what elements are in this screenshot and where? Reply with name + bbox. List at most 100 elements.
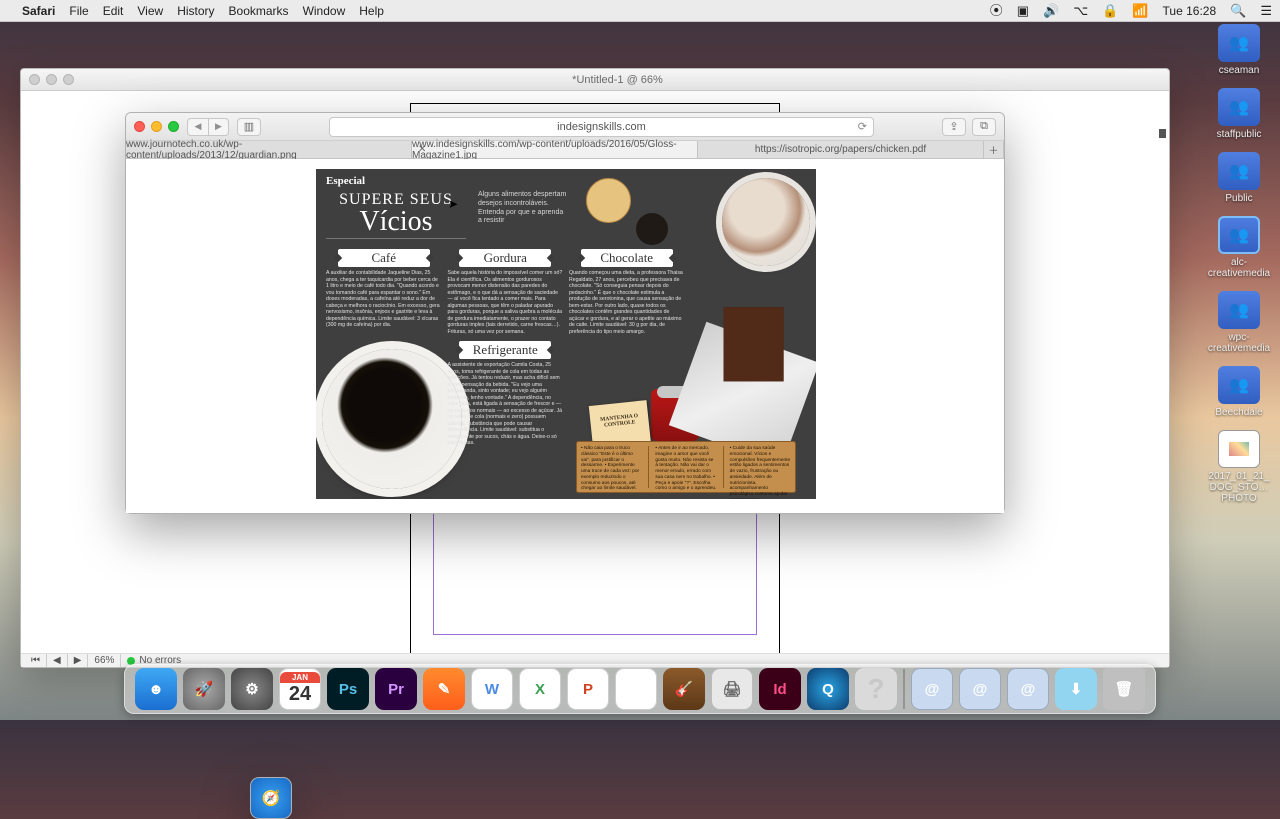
dock: ☻ 🚀 ⚙︎ JAN24 🧭 Ps Pr ✎ W X P 🖼 🎸 🖨 Id Q … bbox=[124, 664, 1156, 714]
menubar-clock[interactable]: Tue 16:28 bbox=[1163, 0, 1217, 22]
menu-window[interactable]: Window bbox=[303, 0, 346, 22]
menu-view[interactable]: View bbox=[137, 0, 163, 22]
new-tab-button[interactable]: ＋ bbox=[984, 141, 1004, 158]
desktop-label: alc-creativemedia bbox=[1205, 257, 1273, 279]
dock-printer[interactable]: 🖨 bbox=[711, 668, 753, 710]
dock-premiere[interactable]: Pr bbox=[375, 668, 417, 710]
close-icon[interactable] bbox=[29, 74, 40, 85]
bluetooth-icon[interactable]: ⌥ bbox=[1073, 0, 1088, 22]
back-button[interactable]: ◀ bbox=[188, 119, 208, 135]
address-bar[interactable]: indesignskills.com ⟳ bbox=[329, 117, 874, 137]
dock-excel[interactable]: X bbox=[519, 668, 561, 710]
dock-safari[interactable]: 🧭 bbox=[250, 777, 292, 819]
desktop-share-staffpublic[interactable]: 👥staffpublic bbox=[1204, 88, 1274, 140]
desktop-label: wpc-creativemedia bbox=[1205, 332, 1273, 354]
dock-webloc-2[interactable]: @ bbox=[959, 668, 1001, 710]
desktop-label: staffpublic bbox=[1217, 129, 1262, 140]
desktop-share-cseaman[interactable]: 👥cseaman bbox=[1204, 24, 1274, 76]
dock-trash[interactable]: 🗑 bbox=[1103, 668, 1145, 710]
desktop-share-public[interactable]: 👥Public bbox=[1204, 152, 1274, 204]
dock-preview[interactable]: 🖼 bbox=[615, 668, 657, 710]
dock-help[interactable]: ? bbox=[855, 668, 897, 710]
headline-line2: Vícios bbox=[326, 209, 466, 239]
dock-photoshop[interactable]: Ps bbox=[327, 668, 369, 710]
forward-button[interactable]: ▶ bbox=[208, 119, 228, 135]
spotlight-icon[interactable]: 🔍 bbox=[1230, 0, 1246, 22]
dock-launchpad[interactable]: 🚀 bbox=[183, 668, 225, 710]
desktop-label: Public bbox=[1225, 193, 1252, 204]
stop-icon[interactable]: ▣ bbox=[1017, 0, 1029, 22]
volume-icon[interactable]: 🔊 bbox=[1043, 0, 1059, 22]
safari-toolbar: ◀ ▶ ▥ indesignskills.com ⟳ ⇪ ⧉ bbox=[126, 113, 1004, 141]
dock-system-prefs[interactable]: ⚙︎ bbox=[231, 668, 273, 710]
prev-page-icon[interactable]: ◀ bbox=[47, 654, 68, 667]
panel-tab[interactable] bbox=[1159, 129, 1166, 138]
app-menu[interactable]: Safari bbox=[22, 0, 55, 22]
screenrecord-icon[interactable]: ⦿ bbox=[990, 0, 1003, 22]
menu-help[interactable]: Help bbox=[359, 0, 384, 22]
desktop-share-alc-creativemedia[interactable]: 👥alc-creativemedia bbox=[1204, 216, 1274, 279]
dock-word[interactable]: W bbox=[471, 668, 513, 710]
col-heading-cafe: Café bbox=[338, 249, 430, 267]
next-page-icon[interactable]: ▶ bbox=[68, 654, 89, 667]
safari-content[interactable]: ➤ Especial SUPERE SEUS Vícios Alguns ali… bbox=[126, 159, 1004, 513]
dock-webloc-1[interactable]: @ bbox=[911, 668, 953, 710]
menu-history[interactable]: History bbox=[177, 0, 214, 22]
sidebar-button[interactable]: ▥ bbox=[237, 118, 261, 136]
tab-guardian[interactable]: www.journotech.co.uk/wp-content/uploads/… bbox=[126, 141, 412, 158]
dock-pages[interactable]: ✎ bbox=[423, 668, 465, 710]
safari-window: ◀ ▶ ▥ indesignskills.com ⟳ ⇪ ⧉ www.journ… bbox=[125, 112, 1005, 514]
tip-cell: • Não caia para o truco clássico "Este é… bbox=[581, 446, 642, 488]
desktop-icons: 👥cseaman 👥staffpublic 👥Public 👥alc-creat… bbox=[1204, 24, 1274, 516]
tip-cell: • Antes de ir ao mercado, imagine o amor… bbox=[648, 446, 716, 488]
tab-close-icon[interactable]: ✕ bbox=[418, 144, 426, 155]
menu-bookmarks[interactable]: Bookmarks bbox=[229, 0, 289, 22]
col-body: Quando começou uma dieta, a professora T… bbox=[569, 270, 685, 335]
zoom-icon[interactable] bbox=[63, 74, 74, 85]
traffic-lights bbox=[29, 74, 74, 85]
tab-chicken-pdf[interactable]: https://isotropic.org/papers/chicken.pdf bbox=[698, 141, 984, 158]
tip-cell: • Cuide da sua saúde emocional. Vícios e… bbox=[723, 446, 791, 488]
zoom-readout[interactable]: 66% bbox=[88, 654, 121, 667]
dock-quicktime[interactable]: Q bbox=[807, 668, 849, 710]
dock-downloads[interactable]: ⬇︎ bbox=[1055, 668, 1097, 710]
share-button[interactable]: ⇪ bbox=[942, 118, 966, 136]
minimize-icon[interactable] bbox=[46, 74, 57, 85]
dock-indesign[interactable]: Id bbox=[759, 668, 801, 710]
dock-separator bbox=[903, 669, 905, 709]
first-page-icon[interactable]: ⏮ bbox=[25, 654, 47, 667]
indesign-doc-title: *Untitled-1 @ 66% bbox=[572, 74, 663, 86]
notification-center-icon[interactable]: ☰ bbox=[1260, 0, 1272, 22]
traffic-lights bbox=[134, 121, 179, 132]
menubar: Safari File Edit View History Bookmarks … bbox=[0, 0, 1280, 22]
desktop-share-beechdale[interactable]: 👥Beechdale bbox=[1204, 366, 1274, 418]
col-body: A assistente de exportação Camila Costa,… bbox=[448, 362, 564, 447]
reload-icon[interactable]: ⟳ bbox=[858, 120, 867, 133]
address-text: indesignskills.com bbox=[557, 121, 646, 133]
mouse-cursor-icon: ➤ bbox=[448, 197, 458, 211]
indesign-titlebar[interactable]: *Untitled-1 @ 66% bbox=[21, 69, 1169, 91]
menu-edit[interactable]: Edit bbox=[103, 0, 124, 22]
magazine-spread-image: Especial SUPERE SEUS Vícios Alguns alime… bbox=[316, 169, 816, 499]
minimize-icon[interactable] bbox=[151, 121, 162, 132]
dock-powerpoint[interactable]: P bbox=[567, 668, 609, 710]
desktop-share-wpc-creativemedia[interactable]: 👥wpc-creativemedia bbox=[1204, 291, 1274, 354]
col-heading-refrigerante: Refrigerante bbox=[459, 341, 551, 359]
cracker-photo bbox=[586, 178, 631, 223]
tab-overview-button[interactable]: ⧉ bbox=[972, 118, 996, 136]
tab-gloss-magazine[interactable]: ✕ www.indesignskills.com/wp-content/uplo… bbox=[412, 141, 698, 158]
close-icon[interactable] bbox=[134, 121, 145, 132]
dock-garageband[interactable]: 🎸 bbox=[663, 668, 705, 710]
desktop-photo[interactable]: 2017_01_21_DOG_STO…PHOTO bbox=[1204, 430, 1274, 504]
dock-calendar[interactable]: JAN24 bbox=[279, 668, 321, 710]
tips-board: • Não caia para o truco clássico "Este é… bbox=[576, 441, 796, 493]
lock-icon[interactable]: 🔒 bbox=[1102, 0, 1118, 22]
menu-file[interactable]: File bbox=[69, 0, 88, 22]
dock-finder[interactable]: ☻ bbox=[135, 668, 177, 710]
wifi-icon[interactable]: 📶 bbox=[1132, 0, 1148, 22]
dock-webloc-3[interactable]: @ bbox=[1007, 668, 1049, 710]
desktop-label: 2017_01_21_DOG_STO…PHOTO bbox=[1205, 471, 1273, 504]
zoom-icon[interactable] bbox=[168, 121, 179, 132]
tab-bar: www.journotech.co.uk/wp-content/uploads/… bbox=[126, 141, 1004, 159]
columns: Café A auxiliar de contabilidade Jaqueli… bbox=[316, 245, 816, 447]
